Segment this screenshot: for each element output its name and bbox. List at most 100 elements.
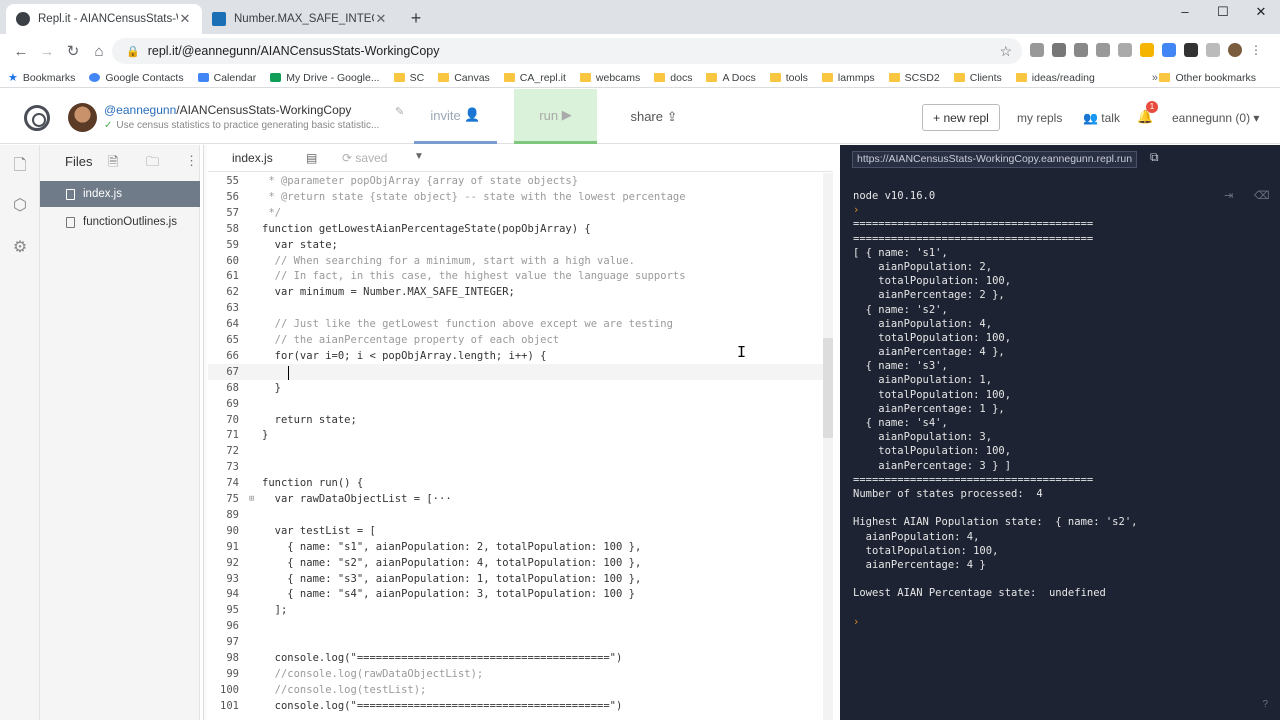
open-external-icon[interactable]: ⧉ [1150,150,1159,165]
code-line[interactable]: 72 [208,443,823,459]
code-line[interactable]: 69 [208,396,823,412]
code-line[interactable]: 64 // Just like the getLowest function a… [208,316,823,332]
bookmark-folder[interactable]: Canvas [438,72,490,84]
maximize-icon[interactable]: ☐ [1204,4,1242,20]
code-line[interactable]: 65 // the aianPercentage property of eac… [208,332,823,348]
bookmark-folder[interactable]: tools [769,72,808,84]
bookmark-folder[interactable]: ideas/reading [1015,72,1095,84]
new-tab-button[interactable]: + [402,4,430,32]
share-button[interactable]: share ⇪ [617,89,691,144]
minimize-icon[interactable]: – [1166,4,1204,20]
my-repls-link[interactable]: my repls [1017,111,1062,125]
code-line[interactable]: 62 var minimum = Number.MAX_SAFE_INTEGER… [208,284,823,300]
extension-icon[interactable] [1184,43,1198,57]
add-file-icon[interactable]: 🗎 [108,153,118,175]
fold-toggle-icon[interactable]: ⊞ [249,491,254,507]
file-item-index-js[interactable]: index.js [40,181,200,207]
bookmark-item[interactable]: My Drive - Google... [270,72,380,84]
bookmark-folder[interactable]: Clients [953,72,1002,84]
more-options-icon[interactable]: ⋮ [185,153,198,169]
console-output[interactable]: node v10.16.0 › ==========================… [853,189,1273,629]
calendar-extension-icon[interactable] [1162,43,1176,57]
code-line[interactable]: 75 ⊞ var rawDataObjectList = [··· [208,491,823,507]
bookmarks-overflow-button[interactable]: » [1152,72,1158,84]
account-menu[interactable]: eannegunn (0) ▾ [1172,111,1259,125]
back-icon[interactable]: ← [8,43,34,60]
chevron-down-icon[interactable]: ▼ [414,151,424,162]
code-line[interactable]: 92 { name: "s2", aianPopulation: 4, tota… [208,555,823,571]
code-line[interactable]: 61 // In fact, in this case, the highest… [208,268,823,284]
code-line[interactable]: 95 ]; [208,602,823,618]
code-line[interactable]: 71} [208,427,823,443]
code-line[interactable]: 59 var state; [208,237,823,253]
format-icon[interactable]: ▤ [306,151,317,165]
repl-owner-link[interactable]: @eannegunn [104,103,176,117]
code-line[interactable]: 97 [208,634,823,650]
code-line[interactable]: 99 //console.log(rawDataObjectList); [208,666,823,682]
home-icon[interactable]: ⌂ [86,43,112,60]
avatar[interactable] [68,103,97,132]
bookmark-folder[interactable]: lammps [821,72,875,84]
bookmark-folder[interactable]: SC [393,72,424,84]
code-line[interactable]: 56 * @return state {state object} -- sta… [208,189,823,205]
code-line[interactable]: 74 function run() { [208,475,823,491]
profile-avatar-icon[interactable] [1228,43,1242,57]
bookmark-folder[interactable]: A Docs [706,72,756,84]
add-folder-icon[interactable]: 🗀 [146,153,159,175]
close-window-icon[interactable]: ✕ [1242,4,1280,20]
code-line[interactable]: 63 [208,300,823,316]
pane-divider[interactable] [203,145,207,720]
extension-icon[interactable] [1206,43,1220,57]
extension-icon[interactable] [1140,43,1154,57]
code-line[interactable]: 58 function getLowestAianPercentageState(… [208,221,823,237]
url-input[interactable]: 🔒 repl.it/@eannegunn/AIANCensusStats-Wor… [112,38,1022,64]
extension-icon[interactable] [1118,43,1132,57]
bookmark-star-icon[interactable]: ☆ [999,43,1012,60]
other-bookmarks[interactable]: Other bookmarks [1159,72,1256,84]
menu-dots-icon[interactable]: ⋮ [1250,43,1264,57]
bookmark-item[interactable]: ★ Bookmarks [8,71,75,85]
code-line[interactable]: 60 // When searching for a minimum, star… [208,253,823,269]
scrollbar-thumb[interactable] [823,338,833,438]
code-line[interactable]: 57 */ [208,205,823,221]
code-line[interactable]: 101 console.log("=======================… [208,698,823,714]
code-line[interactable]: 100 //console.log(testList); [208,682,823,698]
invite-button[interactable]: invite 👤 [414,89,497,144]
editor-tab-index-js[interactable]: index.js [232,151,273,165]
bookmark-item[interactable]: Google Contacts [89,72,184,84]
code-line[interactable]: 96 [208,618,823,634]
edit-pencil-icon[interactable]: ✎ [395,105,404,118]
code-line[interactable]: 66 for(var i=0; i < popObjArray.length; … [208,348,823,364]
code-line[interactable]: 91 { name: "s1", aianPopulation: 2, tota… [208,539,823,555]
close-tab-icon[interactable]: ✕ [178,11,192,27]
browser-tab-replit[interactable]: Repl.it - AIANCensusStats-Workin ✕ [6,4,202,34]
bookmark-folder[interactable]: docs [654,72,692,84]
code-line[interactable]: 73 [208,459,823,475]
extension-icon[interactable] [1074,43,1088,57]
settings-gear-icon[interactable]: ⚙ [11,239,29,257]
browser-tab-mdn[interactable]: Number.MAX_SAFE_INTEGER - Ja ✕ [202,4,398,34]
code-line[interactable]: 55 * @parameter popObjArray {array of st… [208,173,823,189]
files-icon[interactable]: 🗋 [11,157,29,175]
code-line[interactable]: 90 var testList = [ [208,523,823,539]
forward-icon[interactable]: → [34,43,60,60]
talk-link[interactable]: 👥 talk [1083,111,1120,125]
code-line[interactable]: 98 console.log("========================… [208,650,823,666]
bookmark-folder[interactable]: CA_repl.it [503,72,566,84]
replit-logo-icon[interactable] [24,105,50,131]
packages-icon[interactable]: ⬡ [11,197,29,215]
repl-run-url[interactable]: https://AIANCensusStats-WorkingCopy.eann… [852,151,1138,168]
close-tab-icon[interactable]: ✕ [374,11,388,27]
extension-icon[interactable] [1030,43,1044,57]
extension-icon[interactable] [1052,43,1066,57]
code-line[interactable]: 68 } [208,380,823,396]
code-line[interactable]: 89 [208,507,823,523]
new-repl-button[interactable]: + new repl [922,104,1000,131]
extension-icon[interactable] [1096,43,1110,57]
code-line[interactable]: 94 { name: "s4", aianPopulation: 3, tota… [208,586,823,602]
bookmark-folder[interactable]: webcams [579,72,640,84]
bookmark-item[interactable]: Calendar [197,72,256,84]
bookmark-folder[interactable]: SCSD2 [888,72,940,84]
run-button[interactable]: run ▶ [514,89,597,144]
file-item-functionoutlines-js[interactable]: functionOutlines.js [40,209,200,235]
